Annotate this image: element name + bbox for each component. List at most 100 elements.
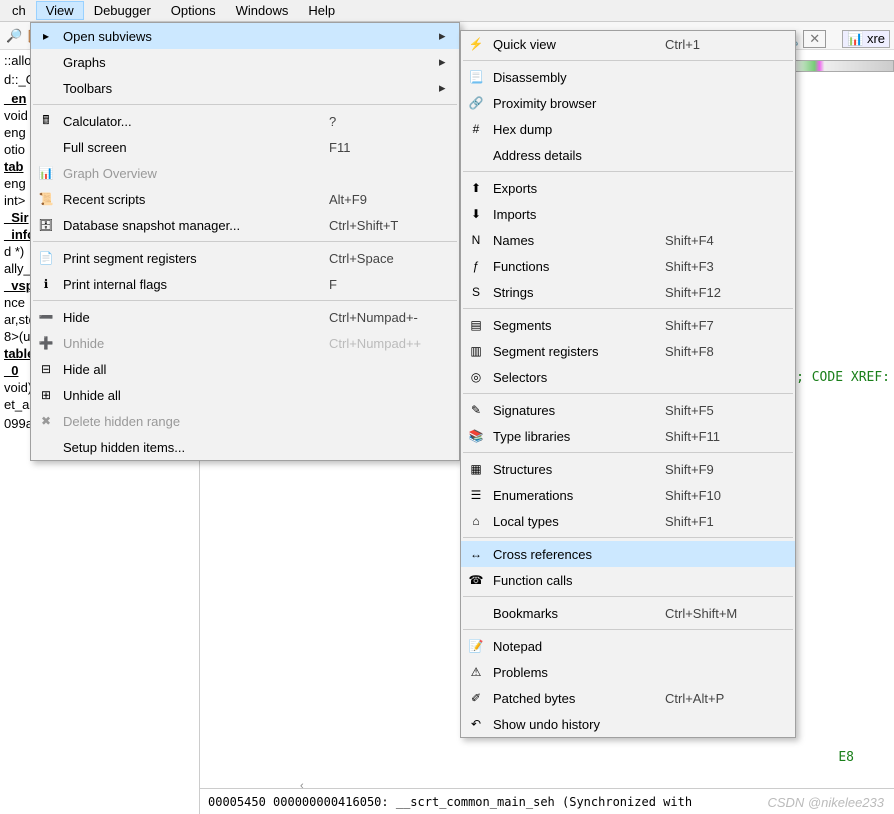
menu-item-label: Delete hidden range	[63, 414, 329, 429]
menu-item-label: Function calls	[493, 573, 665, 588]
menu-item-label: Hex dump	[493, 122, 665, 137]
subview-disassembly[interactable]: 📃Disassembly	[461, 64, 795, 90]
subview-function-calls[interactable]: ☎Function calls	[461, 567, 795, 593]
view-graphs[interactable]: Graphs▸	[31, 49, 459, 75]
view-calculator-[interactable]: 🖩Calculator...?	[31, 108, 459, 134]
view-open-subviews[interactable]: ▸Open subviews▸	[31, 23, 459, 49]
view-separator	[33, 104, 457, 105]
subview-enumerations[interactable]: ☰EnumerationsShift+F10	[461, 482, 795, 508]
patch-icon: ✐	[465, 689, 487, 707]
subview-hex-dump[interactable]: # Hex dump	[461, 116, 795, 142]
subview-exports[interactable]: ⬆Exports	[461, 175, 795, 201]
menu-help[interactable]: Help	[298, 1, 345, 20]
horizontal-scroll-left[interactable]: ‹	[300, 780, 304, 792]
menu-item-label: Functions	[493, 259, 665, 274]
menu-item-label: Hide	[63, 310, 329, 325]
subview-names[interactable]: NNamesShift+F4	[461, 227, 795, 253]
submenu-arrow-icon: ▸	[439, 80, 451, 96]
subview-separator	[463, 171, 793, 172]
reg-icon: 📄	[35, 249, 57, 267]
view-separator	[33, 300, 457, 301]
view-menu: ▸Open subviews▸Graphs▸Toolbars▸🖩Calculat…	[30, 22, 460, 461]
info-icon: ℹ	[35, 275, 57, 293]
del-icon: ✖	[35, 412, 57, 430]
menu-item-label: Problems	[493, 665, 665, 680]
subview-quick-view[interactable]: ⚡Quick viewCtrl+1	[461, 31, 795, 57]
blank-icon	[465, 146, 487, 164]
view-hide[interactable]: ➖HideCtrl+Numpad+-	[31, 304, 459, 330]
menu-debugger[interactable]: Debugger	[84, 1, 161, 20]
menu-item-label: Imports	[493, 207, 665, 222]
subview-show-undo-history[interactable]: ↶Show undo history	[461, 711, 795, 737]
subview-patched-bytes[interactable]: ✐Patched bytesCtrl+Alt+P	[461, 685, 795, 711]
subview-selectors[interactable]: ◎Selectors	[461, 364, 795, 390]
menu-item-label: Strings	[493, 285, 665, 300]
subview-segment-registers[interactable]: ▥Segment registersShift+F8	[461, 338, 795, 364]
menu-view[interactable]: View	[36, 1, 84, 20]
view-print-segment-registers[interactable]: 📄Print segment registersCtrl+Space	[31, 245, 459, 271]
blank-icon	[465, 604, 487, 622]
menu-item-label: Graph Overview	[63, 166, 329, 181]
open-subviews-menu: ⚡Quick viewCtrl+1 📃Disassembly🔗Proximity …	[460, 30, 796, 738]
view-print-internal-flags[interactable]: ℹPrint internal flagsF	[31, 271, 459, 297]
subview-cross-references[interactable]: ↔Cross references	[461, 541, 795, 567]
sel-icon: ◎	[465, 368, 487, 386]
struct-icon: ▦	[465, 460, 487, 478]
menu-item-shortcut: Ctrl+Numpad++	[329, 336, 439, 351]
view-unhide-all[interactable]: ⊞Unhide all	[31, 382, 459, 408]
subview-bookmarks[interactable]: BookmarksCtrl+Shift+M	[461, 600, 795, 626]
view-toolbars[interactable]: Toolbars▸	[31, 75, 459, 101]
menu-item-label: Type libraries	[493, 429, 665, 444]
subview-functions[interactable]: ƒFunctionsShift+F3	[461, 253, 795, 279]
menu-item-shortcut: Ctrl+1	[665, 37, 775, 52]
menu-item-label: Recent scripts	[63, 192, 329, 207]
view-full-screen[interactable]: Full screenF11	[31, 134, 459, 160]
subview-local-types[interactable]: ⌂Local typesShift+F1	[461, 508, 795, 534]
view-hide-all[interactable]: ⊟Hide all	[31, 356, 459, 382]
prox-icon: 🔗	[465, 94, 487, 112]
navigation-band[interactable]	[794, 60, 894, 72]
toolbar-right: 🔧 ✕ 📊 xre	[779, 26, 894, 52]
menu-item-label: Graphs	[63, 55, 329, 70]
enum-icon: ☰	[465, 486, 487, 504]
view-database-snapshot-manager-[interactable]: 🗄Database snapshot manager...Ctrl+Shift+…	[31, 212, 459, 238]
menu-item-shortcut: Ctrl+Alt+P	[665, 691, 775, 706]
subview-problems[interactable]: ⚠Problems	[461, 659, 795, 685]
menu-item-label: Hide all	[63, 362, 329, 377]
subview-separator	[463, 452, 793, 453]
script-icon: 📜	[35, 190, 57, 208]
menu-item-shortcut: Shift+F1	[665, 514, 775, 529]
menu-item-label: Calculator...	[63, 114, 329, 129]
menu-options[interactable]: Options	[161, 1, 226, 20]
subview-imports[interactable]: ⬇Imports	[461, 201, 795, 227]
subview-address-details[interactable]: Address details	[461, 142, 795, 168]
menu-item-label: Enumerations	[493, 488, 665, 503]
toolbar-icon-search[interactable]: 🔎	[6, 28, 22, 44]
menu-item-shortcut: Shift+F7	[665, 318, 775, 333]
menu-item-label: Print segment registers	[63, 251, 329, 266]
blank-icon	[35, 53, 57, 71]
xref-icon: ↔	[465, 545, 487, 563]
view-recent-scripts[interactable]: 📜Recent scriptsAlt+F9	[31, 186, 459, 212]
menu-item-label: Full screen	[63, 140, 329, 155]
view-separator	[33, 241, 457, 242]
subview-notepad[interactable]: 📝Notepad	[461, 633, 795, 659]
menu-ch[interactable]: ch	[2, 1, 36, 20]
view-unhide: ➕UnhideCtrl+Numpad++	[31, 330, 459, 356]
close-button[interactable]: ✕	[803, 30, 826, 48]
menu-item-shortcut: F11	[329, 140, 439, 155]
subview-structures[interactable]: ▦StructuresShift+F9	[461, 456, 795, 482]
menu-item-shortcut: Ctrl+Shift+T	[329, 218, 439, 233]
subview-type-libraries[interactable]: 📚Type librariesShift+F11	[461, 423, 795, 449]
view-setup-hidden-items-[interactable]: Setup hidden items...	[31, 434, 459, 460]
subview-proximity-browser[interactable]: 🔗Proximity browser	[461, 90, 795, 116]
tab-xrefs[interactable]: 📊 xre	[842, 30, 890, 48]
subview-strings[interactable]: SStringsShift+F12	[461, 279, 795, 305]
menu-windows[interactable]: Windows	[226, 1, 299, 20]
menu-item-label: Show undo history	[493, 717, 665, 732]
menu-item-label: Print internal flags	[63, 277, 329, 292]
menu-item-label: Setup hidden items...	[63, 440, 329, 455]
hex-icon: #	[465, 120, 487, 138]
subview-signatures[interactable]: ✎SignaturesShift+F5	[461, 397, 795, 423]
subview-segments[interactable]: ▤SegmentsShift+F7	[461, 312, 795, 338]
